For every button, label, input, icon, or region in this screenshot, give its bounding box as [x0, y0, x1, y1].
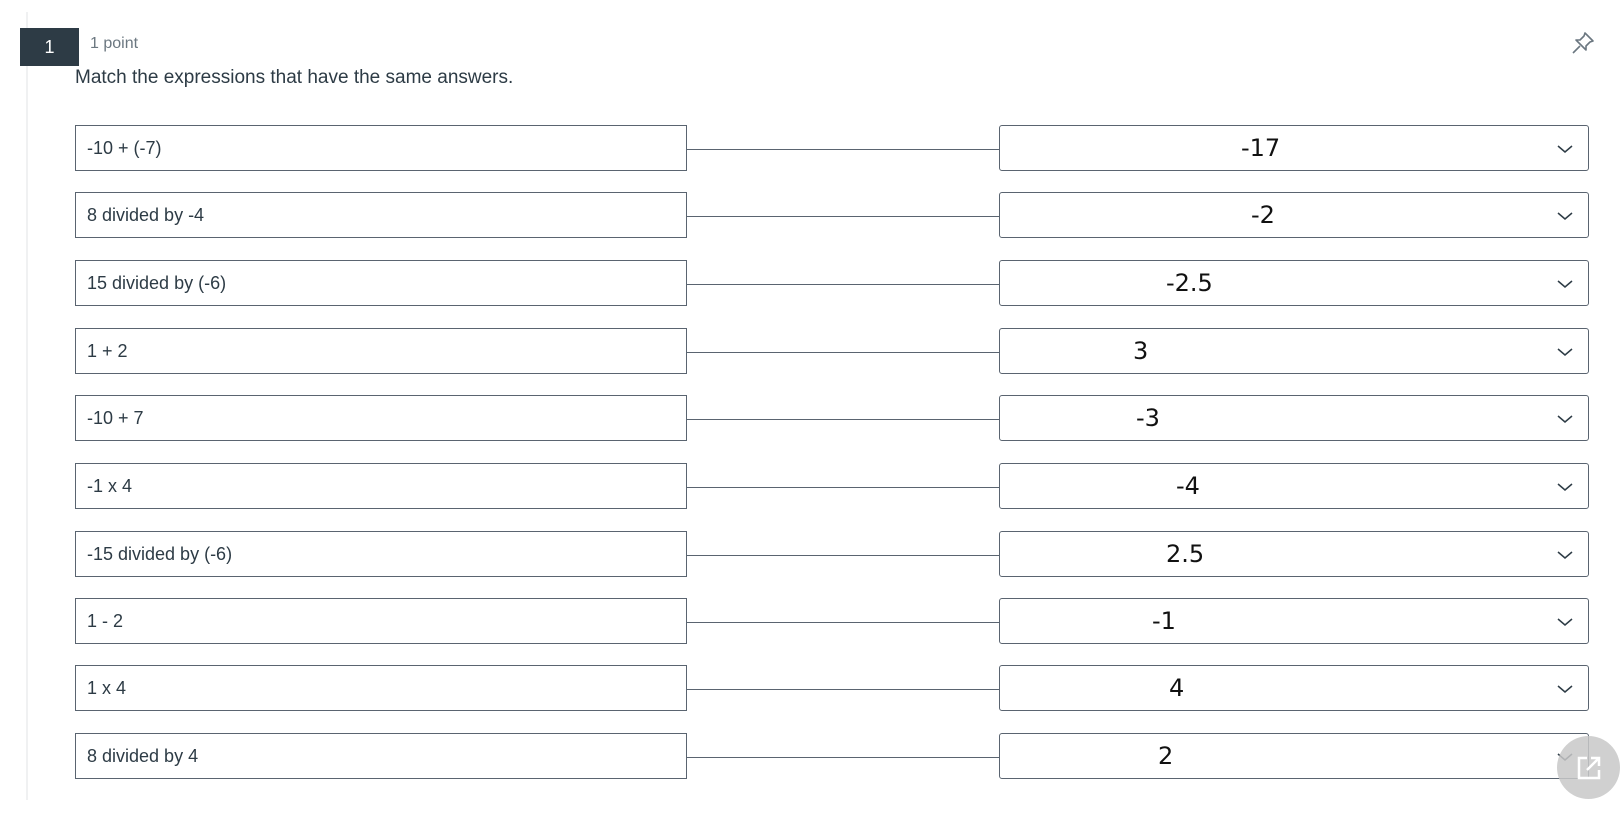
- expression-label: -1 x 4: [75, 463, 687, 509]
- chevron-down-icon: [1557, 145, 1573, 153]
- answer-select-value: -3: [1136, 404, 1160, 432]
- match-row: -10 + (-7) -17: [0, 125, 1623, 173]
- answer-select[interactable]: -2.5: [999, 260, 1589, 306]
- answer-select[interactable]: 2: [999, 733, 1589, 779]
- answer-select[interactable]: -17: [999, 125, 1589, 171]
- question-number-badge: 1: [20, 28, 79, 66]
- pin-icon[interactable]: [1570, 30, 1596, 56]
- answer-select[interactable]: -1: [999, 598, 1589, 644]
- match-row: -1 x 4 -4: [0, 463, 1623, 511]
- connector-line: [687, 284, 999, 285]
- match-row: 1 + 2 3: [0, 328, 1623, 376]
- match-row: 15 divided by (-6) -2.5: [0, 260, 1623, 308]
- chevron-down-icon: [1557, 685, 1573, 693]
- expression-label: 15 divided by (-6): [75, 260, 687, 306]
- expression-label: -15 divided by (-6): [75, 531, 687, 577]
- answer-select[interactable]: 4: [999, 665, 1589, 711]
- answer-select-value: -17: [1241, 134, 1281, 162]
- expression-label: 1 - 2: [75, 598, 687, 644]
- expression-label: -10 + (-7): [75, 125, 687, 171]
- match-row: 8 divided by 4 2: [0, 733, 1623, 781]
- chevron-down-icon: [1557, 348, 1573, 356]
- match-row: 1 - 2 -1: [0, 598, 1623, 646]
- chevron-down-icon: [1557, 415, 1573, 423]
- connector-line: [687, 689, 999, 690]
- chevron-down-icon: [1557, 551, 1573, 559]
- chevron-down-icon: [1557, 618, 1573, 626]
- expression-label: 1 x 4: [75, 665, 687, 711]
- answer-select-value: -2: [1251, 201, 1275, 229]
- chevron-down-icon: [1557, 280, 1573, 288]
- answer-select[interactable]: 3: [999, 328, 1589, 374]
- answer-select-value: -2.5: [1166, 269, 1213, 297]
- connector-line: [687, 352, 999, 353]
- connector-line: [687, 149, 999, 150]
- chevron-down-icon: [1557, 212, 1573, 220]
- answer-select[interactable]: -2: [999, 192, 1589, 238]
- answer-select[interactable]: -3: [999, 395, 1589, 441]
- expression-label: 8 divided by -4: [75, 192, 687, 238]
- connector-line: [687, 216, 999, 217]
- connector-line: [687, 757, 999, 758]
- expression-label: -10 + 7: [75, 395, 687, 441]
- chevron-down-icon: [1557, 483, 1573, 491]
- expression-label: 1 + 2: [75, 328, 687, 374]
- answer-select-value: 2.5: [1166, 540, 1205, 568]
- question-prompt: Match the expressions that have the same…: [75, 67, 514, 88]
- answer-select-value: 2: [1158, 742, 1174, 770]
- answer-select-value: 3: [1133, 337, 1149, 365]
- answer-select-value: -4: [1176, 472, 1200, 500]
- connector-line: [687, 555, 999, 556]
- match-row: -15 divided by (-6) 2.5: [0, 531, 1623, 579]
- answer-select-value: -1: [1152, 607, 1176, 635]
- expression-label: 8 divided by 4: [75, 733, 687, 779]
- answer-select[interactable]: 2.5: [999, 531, 1589, 577]
- connector-line: [687, 487, 999, 488]
- match-row: 1 x 4 4: [0, 665, 1623, 713]
- answer-select-value: 4: [1169, 674, 1185, 702]
- question-points: 1 point: [90, 35, 139, 52]
- answer-select[interactable]: -4: [999, 463, 1589, 509]
- match-row: -10 + 7 -3: [0, 395, 1623, 443]
- connector-line: [687, 622, 999, 623]
- connector-line: [687, 419, 999, 420]
- external-link-icon: [1577, 756, 1601, 780]
- external-link-button[interactable]: [1557, 736, 1620, 799]
- match-row: 8 divided by -4 -2: [0, 192, 1623, 240]
